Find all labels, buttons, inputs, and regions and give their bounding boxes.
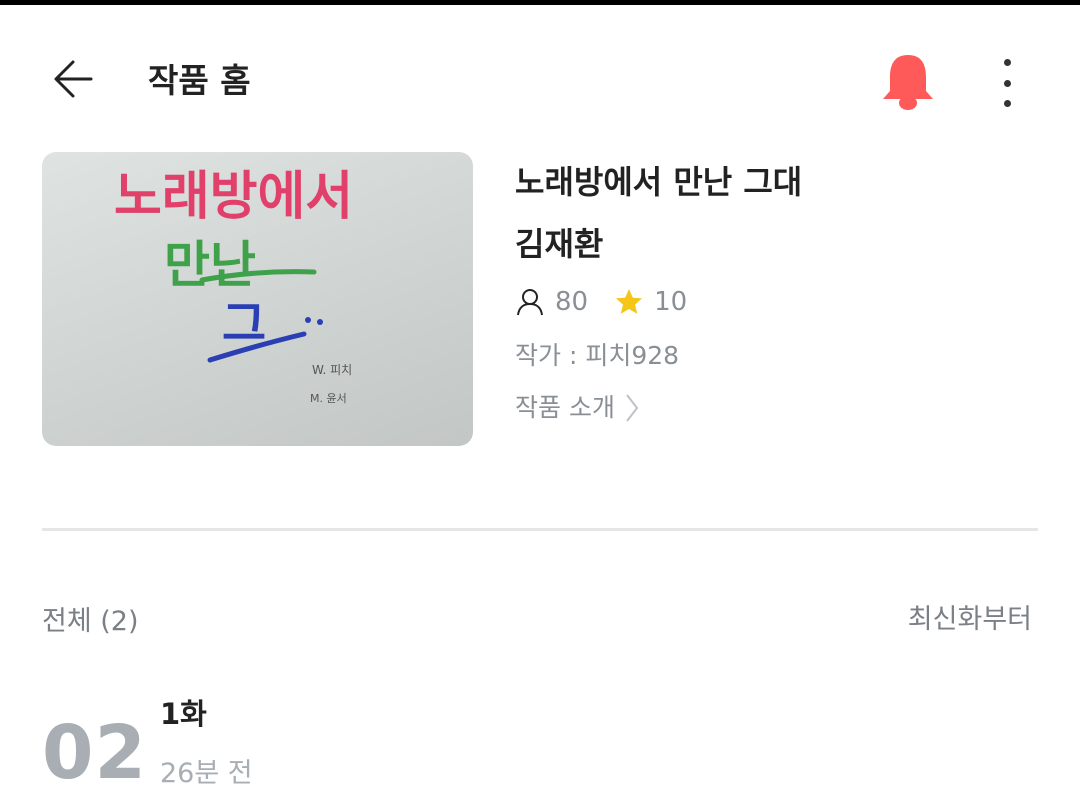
more-options-button[interactable]: [985, 55, 1029, 111]
work-intro-label: 작품 소개: [515, 393, 615, 422]
more-dot: [1003, 100, 1011, 107]
work-author: 김재환: [515, 225, 604, 263]
star-icon: [616, 289, 643, 314]
more-dot: [1003, 79, 1011, 87]
episode-row[interactable]: 02 1화 26분 전: [42, 690, 1038, 810]
page-title: 작품 홈: [148, 61, 251, 100]
chevron-right-icon: [626, 394, 639, 422]
episode-title: 1화: [160, 697, 207, 731]
work-intro-link[interactable]: 작품 소개: [515, 390, 639, 426]
cover-title-line2: 만난: [164, 236, 256, 294]
view-count: 80: [555, 287, 589, 317]
cover-art: 노래방에서 만난 그 W. 피치 M. 윤서: [114, 167, 353, 405]
episode-number: 02: [42, 710, 147, 796]
sort-newest-button[interactable]: 최신화부터: [908, 600, 1032, 640]
rating-value: 10: [654, 287, 688, 317]
cover-writer-sign: W. 피치: [312, 363, 352, 377]
back-button[interactable]: [44, 49, 104, 109]
app-bar: 작품 홈: [0, 5, 1080, 130]
work-title: 노래방에서 만난 그대: [515, 163, 803, 201]
cover-image[interactable]: 노래방에서 만난 그 W. 피치 M. 윤서: [42, 152, 473, 446]
cover-art-sign: M. 윤서: [310, 392, 347, 405]
writer-label: 작가 : 피치928: [515, 341, 680, 370]
cover-title-line1: 노래방에서: [114, 167, 353, 227]
work-stats: 80 10: [515, 284, 687, 320]
episode-count: 전체 (2): [42, 606, 139, 637]
section-divider: [42, 528, 1038, 531]
subscribe-bell-button[interactable]: [876, 51, 940, 113]
arrow-left-icon: [54, 60, 93, 98]
person-icon: [517, 289, 543, 316]
bell-icon: [883, 55, 933, 110]
more-vertical-icon: [1003, 59, 1011, 66]
episode-time: 26분 전: [160, 758, 253, 789]
